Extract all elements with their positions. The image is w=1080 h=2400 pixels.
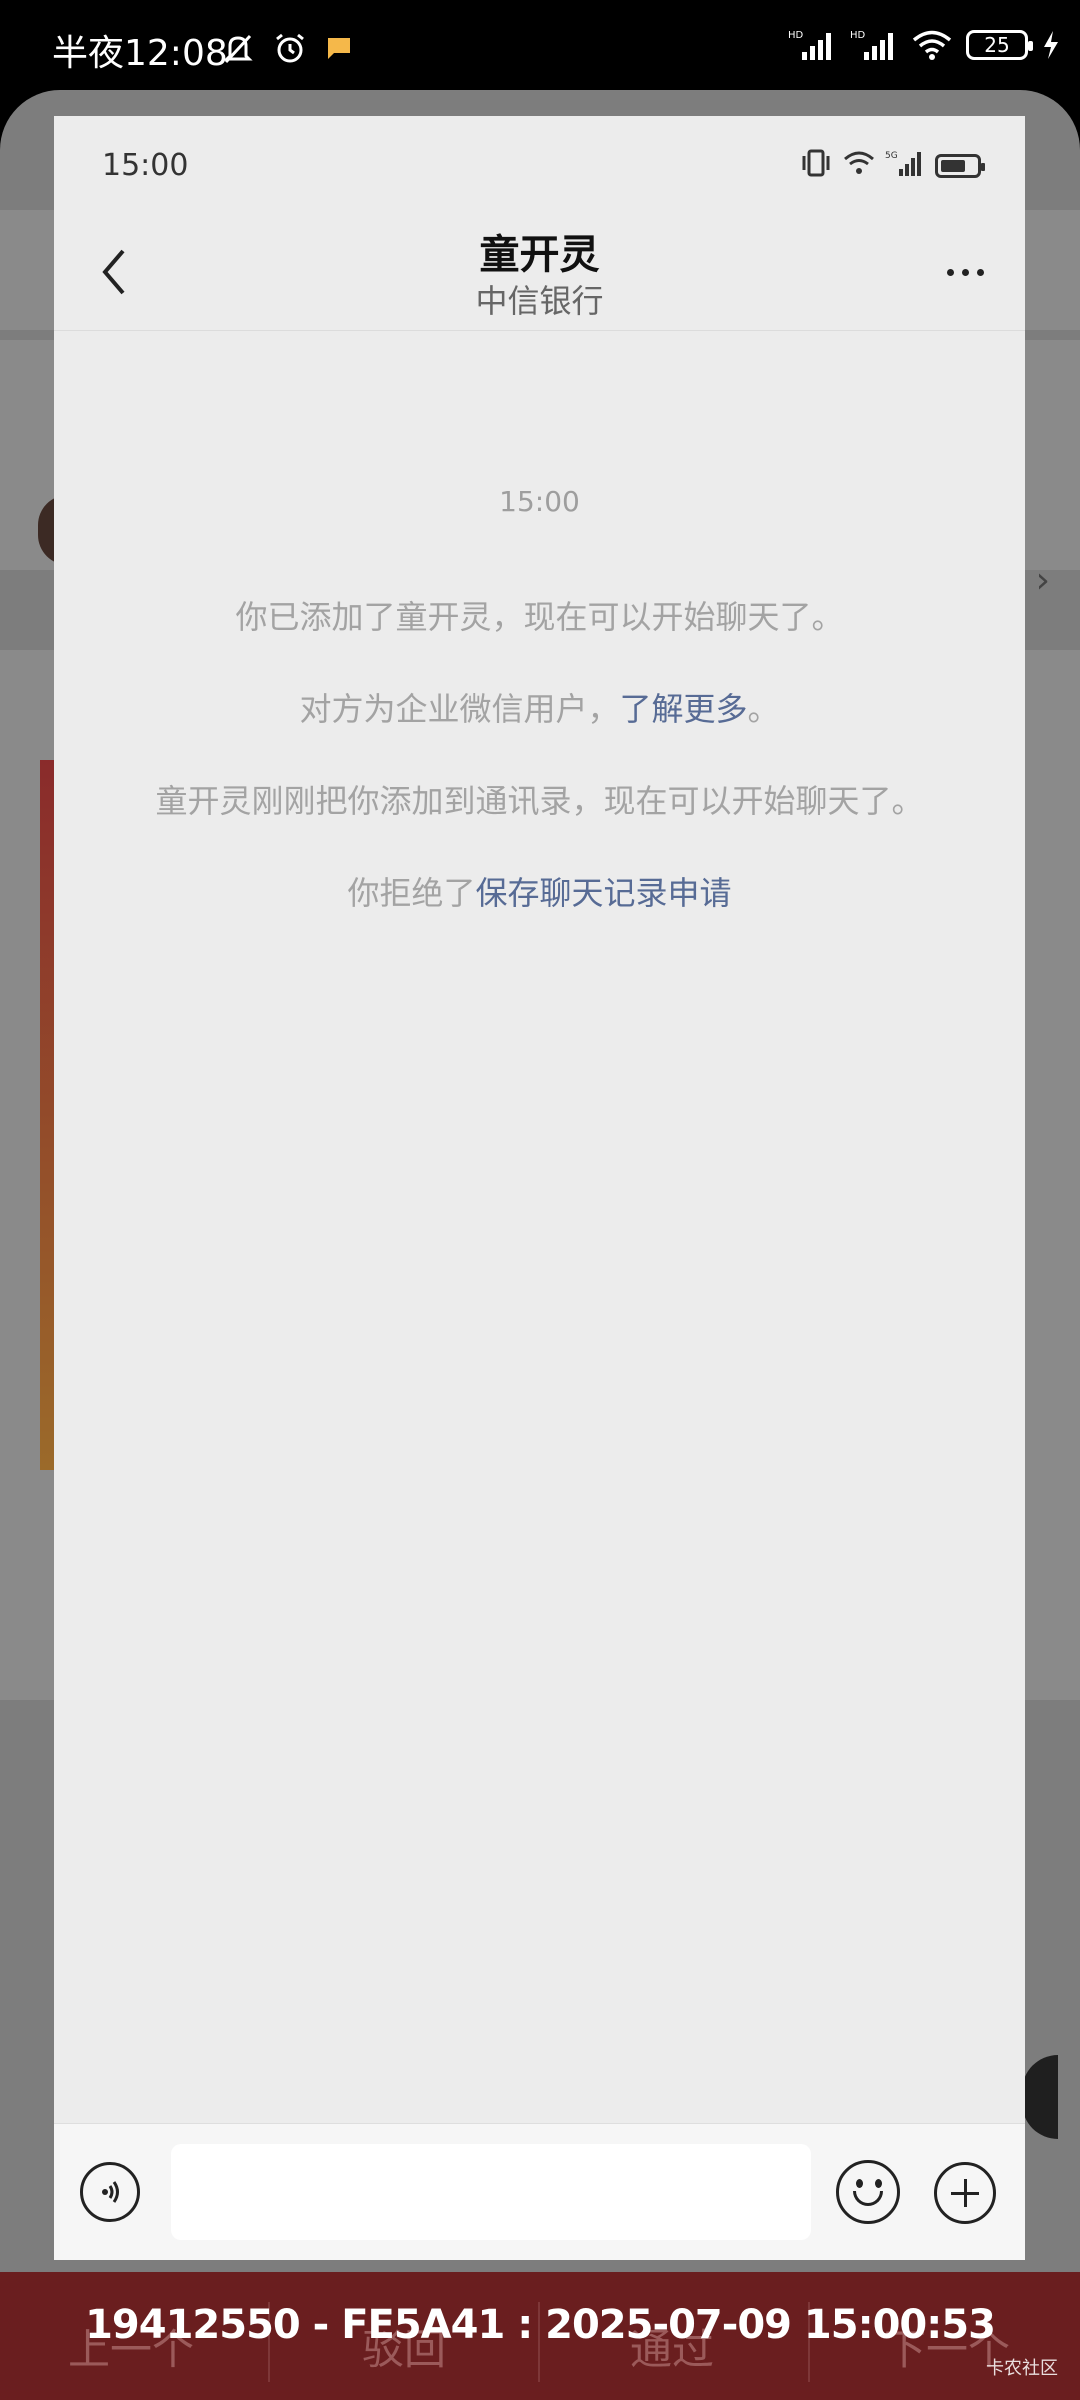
svg-text:HD: HD	[788, 30, 804, 41]
save-chat-request-link[interactable]: 保存聊天记录申请	[476, 874, 732, 912]
more-options-button[interactable]	[935, 242, 995, 302]
chat-subtitle: 中信银行	[475, 282, 604, 320]
record-id-label: 19412550 - FE5A41 : 2025-07-09 15:00:53	[85, 2302, 996, 2348]
wifi-icon-small	[843, 150, 875, 182]
outer-status-bar: 半夜12:08 HD HD 25	[0, 0, 1080, 100]
chat-header: 童开灵 中信银行	[54, 216, 1025, 331]
voice-icon	[102, 2181, 119, 2203]
message-timestamp: 15:00	[499, 485, 580, 518]
review-bar: 上一个 驳回 通过 下一个 19412550 - FE5A41 : 2025-0…	[0, 2272, 1080, 2400]
chat-status-icons: 5G	[799, 148, 985, 184]
outer-clock: 半夜12:08	[52, 33, 228, 74]
wifi-icon	[912, 29, 952, 61]
chat-title: 童开灵	[479, 232, 600, 278]
emoji-icon	[856, 2179, 863, 2188]
voice-input-button[interactable]	[80, 2162, 140, 2222]
svg-text:HD: HD	[850, 30, 866, 41]
system-text: 。	[747, 690, 780, 728]
battery-icon: 25	[966, 30, 1033, 60]
outer-system-icons: HD HD 25	[788, 28, 1060, 62]
chat-status-bar: 15:00 5G	[54, 116, 1025, 216]
message-input[interactable]	[171, 2144, 811, 2240]
message-notification-icon	[324, 33, 354, 63]
background-chevron-right-icon: ›	[1035, 560, 1050, 601]
background-floating-button	[1022, 2055, 1058, 2139]
learn-more-link[interactable]: 了解更多	[619, 690, 747, 728]
bell-muted-icon	[220, 30, 256, 66]
battery-icon-small	[935, 154, 985, 178]
system-message-enterprise: 对方为企业微信用户，了解更多。	[54, 684, 1025, 730]
watermark: 卡农社区	[986, 2358, 1058, 2379]
alarm-clock-icon	[272, 30, 308, 66]
system-message-save-request: 你拒绝了保存聊天记录申请	[54, 868, 1025, 914]
svg-text:5G: 5G	[885, 151, 898, 161]
chat-screenshot: 15:00 5G 童开灵 中信银行 15:00 你已添加了童开灵，现在可以开始聊…	[54, 116, 1025, 2260]
input-bar	[54, 2123, 1025, 2260]
signal-hd-icon: HD	[788, 28, 836, 62]
battery-level: 25	[984, 33, 1010, 57]
system-text: 你拒绝了	[347, 874, 476, 912]
charging-bolt-icon	[1042, 30, 1060, 60]
chat-status-time: 15:00	[102, 148, 189, 183]
more-dots-icon	[946, 268, 954, 276]
system-message: 童开灵刚刚把你添加到通讯录，现在可以开始聊天了。	[155, 782, 924, 820]
vibrate-icon	[799, 148, 833, 184]
system-message: 你已添加了童开灵，现在可以开始聊天了。	[235, 598, 844, 636]
signal-hd-icon-2: HD	[850, 28, 898, 62]
system-text: 对方为企业微信用户，	[299, 690, 620, 728]
emoji-button[interactable]	[836, 2160, 900, 2224]
signal-5g-icon: 5G	[885, 149, 925, 183]
more-functions-button[interactable]	[934, 2162, 996, 2224]
outer-notification-icons	[220, 30, 354, 66]
